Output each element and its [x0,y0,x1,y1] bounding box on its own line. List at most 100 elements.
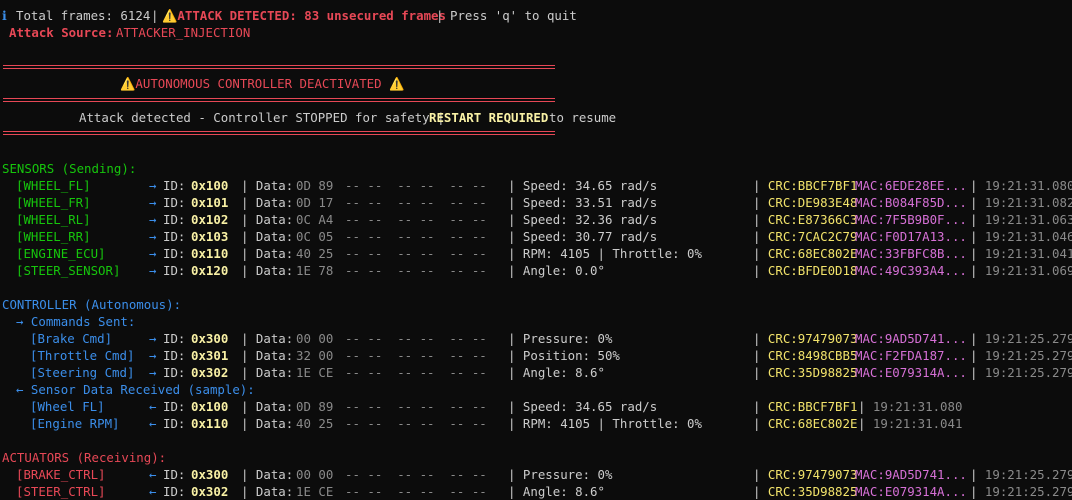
decoded-value: | Pressure: 0% [508,467,613,482]
banner-rule [3,101,555,102]
direction-arrow-icon: → [149,263,157,278]
crc-value: | CRC:BFDE0D18 [753,263,858,278]
crc-value: | CRC:7CAC2C79 [753,229,858,244]
data-label: | Data: [241,229,294,244]
data-bytes: 0D 17 [296,195,334,210]
frame-id: 0x302 [191,365,229,380]
frame-source-name: [WHEEL_RR] [16,229,91,244]
decoded-value: | Angle: 8.6° [508,484,605,499]
mac-value: MAC:F2FDA187... [855,348,967,363]
banner-rule [3,131,555,132]
decoded-value: | RPM: 4105 | Throttle: 0% [508,416,702,431]
frame-source-name: [STEER_CTRL] [16,484,106,499]
frame-id: 0x300 [191,331,229,346]
attack-source-value: ATTACKER_INJECTION [116,25,251,40]
data-label: | Data: [241,467,294,482]
frame-id: 0x100 [191,399,229,414]
crc-value: | CRC:68EC802E [753,246,858,261]
mac-value: MAC:49C393A4... [855,263,967,278]
data-bytes: 0C 05 [296,229,334,244]
timestamp: | 19:21:25.279 [970,484,1072,499]
frame-source-name: [WHEEL_FL] [16,178,91,193]
data-bytes-empty: -- -- -- -- -- -- [345,331,487,346]
frame-source-name: [ENGINE_ECU] [16,246,106,261]
mac-value: MAC:7F5B9B0F... [855,212,967,227]
frame-id: 0x110 [191,416,229,431]
data-bytes-empty: -- -- -- -- -- -- [345,212,487,227]
decoded-value: | Speed: 34.65 rad/s [508,399,658,414]
frame-id: 0x300 [191,467,229,482]
crc-value: | CRC:BBCF7BF1 [753,178,858,193]
decoded-value: | Speed: 30.77 rad/s [508,229,658,244]
mac-value: MAC:F0D17A13... [855,229,967,244]
data-bytes: 1E CE [296,365,334,380]
attack-warning: ⚠️ATTACK DETECTED: 83 unsecured frames [162,8,446,23]
banner-rule [3,134,555,135]
data-bytes-empty: -- -- -- -- -- -- [345,467,487,482]
id-label: ID: [163,212,186,227]
timestamp: | 19:21:25.279 [970,348,1072,363]
direction-arrow-icon: ← [149,484,157,499]
direction-arrow-icon: → [149,178,157,193]
data-bytes: 00 00 [296,331,334,346]
timestamp: | 19:21:31.041 [858,416,963,431]
terminal-window: ℹ Total frames: 6124 | ⚠️ATTACK DETECTED… [0,0,1072,499]
banner-rule [3,65,555,66]
direction-arrow-icon: → [149,195,157,210]
direction-arrow-icon: → [149,212,157,227]
direction-arrow-icon: → [149,246,157,261]
frame-id: 0x301 [191,348,229,363]
decoded-value: | Speed: 34.65 rad/s [508,178,658,193]
crc-value: | CRC:97479073 [753,331,858,346]
timestamp: | 19:21:31.080 [970,178,1072,193]
timestamp: | 19:21:31.046 [970,229,1072,244]
separator: | [151,8,159,23]
banner-title: ⚠️AUTONOMOUS CONTROLLER DEACTIVATED ⚠️ [120,76,405,91]
direction-arrow-icon: ← [149,399,157,414]
direction-arrow-icon: → [149,348,157,363]
decoded-value: | Angle: 8.6° [508,365,605,380]
direction-arrow-icon: ← [149,467,157,482]
frame-source-name: [Engine RPM] [30,416,120,431]
data-bytes: 0D 89 [296,399,334,414]
frame-source-name: [STEER_SENSOR] [16,263,121,278]
id-label: ID: [163,195,186,210]
mac-value: MAC:6EDE28EE... [855,178,967,193]
quit-hint: Press 'q' to quit [450,8,577,23]
data-bytes: 00 00 [296,467,334,482]
info-icon: ℹ [2,8,7,23]
data-bytes-empty: -- -- -- -- -- -- [345,263,487,278]
timestamp: | 19:21:25.279 [970,331,1072,346]
data-label: | Data: [241,416,294,431]
attack-source-label: Attack Source: [9,25,114,40]
crc-value: | CRC:DE983E48 [753,195,858,210]
crc-value: | CRC:8498CBB5 [753,348,858,363]
id-label: ID: [163,178,186,193]
direction-arrow-icon: → [149,331,157,346]
decoded-value: | Pressure: 0% [508,331,613,346]
data-label: | Data: [241,348,294,363]
id-label: ID: [163,246,186,261]
id-label: ID: [163,399,186,414]
data-bytes-empty: -- -- -- -- -- -- [345,348,487,363]
id-label: ID: [163,348,186,363]
data-label: | Data: [241,484,294,499]
crc-value: | CRC:BBCF7BF1 [753,399,858,414]
frame-id: 0x103 [191,229,229,244]
decoded-value: | Position: 50% [508,348,620,363]
id-label: ID: [163,365,186,380]
id-label: ID: [163,263,186,278]
banner-message: Attack detected - Controller STOPPED for… [79,110,445,125]
data-bytes: 1E CE [296,484,334,499]
data-label: | Data: [241,212,294,227]
frame-id: 0x102 [191,212,229,227]
data-label: | Data: [241,263,294,278]
id-label: ID: [163,416,186,431]
restart-required: RESTART REQUIRED [429,110,549,125]
data-bytes: 1E 78 [296,263,334,278]
crc-value: | CRC:97479073 [753,467,858,482]
separator: | [436,8,444,23]
banner-message-line: Attack detected - Controller STOPPED for… [0,109,616,126]
data-label: | Data: [241,399,294,414]
mac-value: MAC:9AD5D741... [855,467,967,482]
